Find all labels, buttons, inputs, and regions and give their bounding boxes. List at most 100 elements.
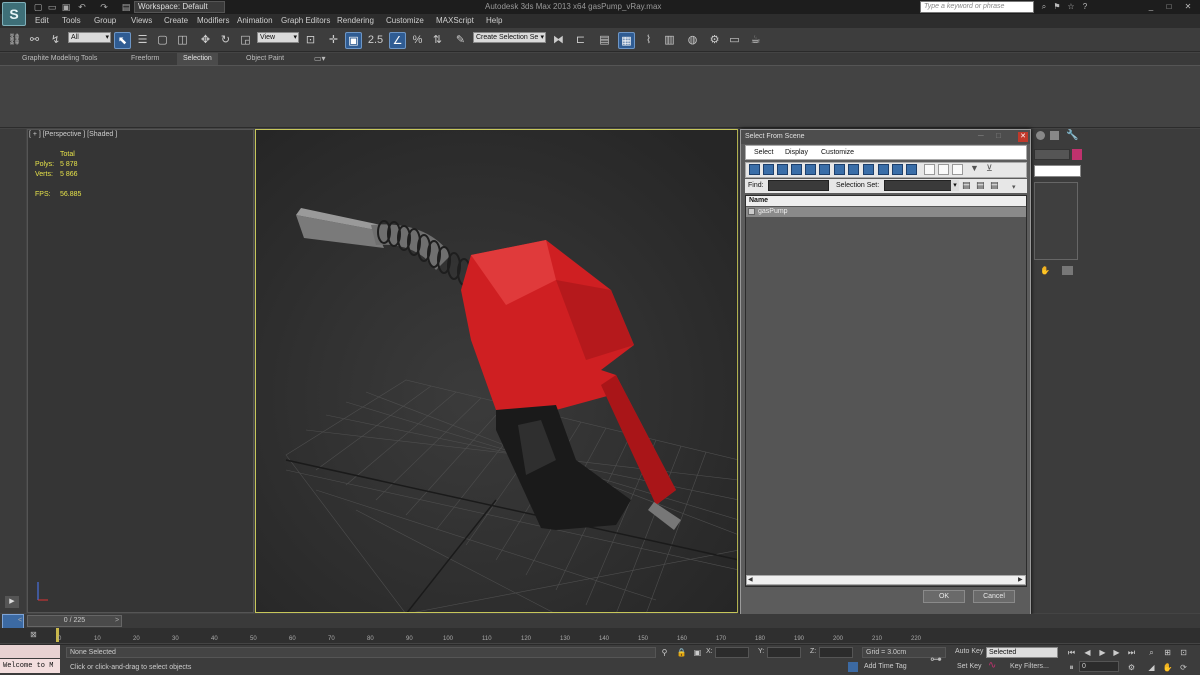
- selection-set-dropdown[interactable]: [884, 180, 958, 191]
- ok-button[interactable]: OK: [923, 590, 965, 603]
- align-icon[interactable]: ⊏: [572, 32, 589, 49]
- modifier-list-dropdown[interactable]: [1034, 165, 1081, 177]
- select-and-scale-icon[interactable]: ◲: [237, 32, 254, 49]
- new-file-icon[interactable]: ▢: [32, 2, 44, 12]
- viewport-perspective[interactable]: [255, 129, 738, 613]
- auto-key-button[interactable]: Auto Key: [955, 648, 983, 655]
- reference-coordinate-dropdown[interactable]: View: [257, 32, 299, 43]
- tab-selection[interactable]: Selection: [177, 53, 218, 65]
- menu-rendering[interactable]: Rendering: [337, 14, 374, 28]
- go-to-start-icon[interactable]: ⏮: [1066, 647, 1077, 658]
- play-side-icon[interactable]: ▶: [5, 596, 19, 608]
- filter-shapes-icon[interactable]: [763, 164, 774, 175]
- menu-animation[interactable]: Animation: [237, 14, 273, 28]
- filters-icon[interactable]: ⊠: [30, 630, 37, 639]
- utilities-tab-icon[interactable]: 🔧: [1066, 130, 1078, 141]
- filter-bones-icon[interactable]: [863, 164, 874, 175]
- gas-pump-model[interactable]: [256, 130, 738, 613]
- maximize-icon[interactable]: □: [1164, 2, 1174, 12]
- set-key-mode-icon[interactable]: ⊶: [930, 652, 942, 666]
- filter-funnel-icon[interactable]: ▼: [970, 163, 979, 173]
- viewport-label[interactable]: [ + ] [Perspective ] [Shaded ]: [29, 131, 117, 138]
- angle-snap-icon[interactable]: ∠: [389, 32, 406, 49]
- dialog-minimize-icon[interactable]: ─: [978, 131, 984, 140]
- select-and-move-icon[interactable]: ✥: [197, 32, 214, 49]
- help-search-input[interactable]: Type a keyword or phrase: [920, 1, 1034, 13]
- redo-icon[interactable]: ↷: [98, 2, 110, 12]
- workspace-dropdown[interactable]: Workspace: Default: [134, 1, 225, 13]
- binoculars-icon[interactable]: ⌕: [1039, 2, 1049, 12]
- next-frame-icon[interactable]: ▶: [1111, 647, 1122, 658]
- dialog-menu-customize[interactable]: Customize: [821, 145, 854, 160]
- orbit-icon[interactable]: ⟳: [1178, 662, 1189, 673]
- menu-maxscript[interactable]: MAXScript: [436, 14, 474, 28]
- menu-modifiers[interactable]: Modifiers: [197, 14, 229, 28]
- rectangular-selection-icon[interactable]: ▢: [154, 32, 171, 49]
- menu-edit[interactable]: Edit: [35, 14, 49, 28]
- edit-named-selection-icon[interactable]: ✎: [452, 32, 469, 49]
- horizontal-scrollbar[interactable]: [746, 575, 1026, 585]
- mirror-icon[interactable]: ⧓: [550, 32, 567, 49]
- pin-stack-icon[interactable]: ✋: [1040, 266, 1050, 275]
- ribbon-options-icon[interactable]: ▭▾: [314, 54, 326, 63]
- previous-frame-icon[interactable]: ◀: [1082, 647, 1093, 658]
- filter-spacewarps-icon[interactable]: [819, 164, 830, 175]
- key-curve-icon[interactable]: ∿: [988, 660, 996, 671]
- save-file-icon[interactable]: ▣: [60, 2, 72, 12]
- dialog-maximize-icon[interactable]: □: [996, 131, 1001, 140]
- select-invert-icon[interactable]: [952, 164, 963, 175]
- maxscript-listener-top[interactable]: [0, 645, 60, 658]
- unlink-icon[interactable]: ⚯: [26, 32, 43, 49]
- y-coordinate-field[interactable]: [767, 647, 801, 658]
- time-tag-icon[interactable]: [848, 662, 858, 672]
- filter-hidden-icon[interactable]: [906, 164, 917, 175]
- filter-options-icon[interactable]: ⊻: [986, 163, 993, 174]
- column-header-name[interactable]: Name: [746, 196, 1026, 206]
- selection-lock-icon[interactable]: 🔒: [676, 647, 687, 658]
- window-crossing-icon[interactable]: ◫: [174, 32, 191, 49]
- material-editor-icon[interactable]: ◍: [684, 32, 701, 49]
- set-key-button[interactable]: Set Key: [957, 663, 982, 670]
- curve-editor-icon[interactable]: ⌇: [640, 32, 657, 49]
- minimize-icon[interactable]: _: [1146, 2, 1156, 12]
- zoom-all-icon[interactable]: ⊞: [1162, 647, 1173, 658]
- rendered-frame-window-icon[interactable]: ▭: [726, 32, 743, 49]
- close-window-icon[interactable]: ✕: [1183, 2, 1193, 12]
- find-options-icon[interactable]: ▾: [1012, 183, 1016, 191]
- dialog-menu-select[interactable]: Select: [754, 145, 773, 160]
- graphite-ribbon-toggle-icon[interactable]: ▦: [618, 32, 635, 49]
- filter-groups-icon[interactable]: [834, 164, 845, 175]
- modifier-stack[interactable]: [1034, 182, 1078, 260]
- menu-tools[interactable]: Tools: [62, 14, 81, 28]
- dialog-menu-display[interactable]: Display: [785, 145, 808, 160]
- current-frame-field[interactable]: 0: [1079, 661, 1119, 672]
- key-mode-dropdown[interactable]: Selected: [986, 647, 1058, 658]
- filter-xrefs-icon[interactable]: [848, 164, 859, 175]
- zoom-icon[interactable]: ⌕: [1146, 647, 1157, 658]
- scroll-left-icon[interactable]: ◀: [748, 576, 753, 583]
- time-slider[interactable]: 0 / 225: [27, 615, 122, 627]
- x-coordinate-field[interactable]: [715, 647, 749, 658]
- project-folder-icon[interactable]: ▤: [120, 2, 132, 12]
- time-configuration-icon[interactable]: ⚙: [1126, 662, 1137, 673]
- select-object-icon[interactable]: ⬉: [114, 32, 131, 49]
- subscription-icon[interactable]: ⚑: [1052, 2, 1062, 12]
- undo-icon[interactable]: ↶: [76, 2, 88, 12]
- time-slider-left-icon[interactable]: <: [18, 617, 22, 624]
- select-by-name-icon[interactable]: ☰: [134, 32, 151, 49]
- bind-to-space-warp-icon[interactable]: ↯: [47, 32, 64, 49]
- percent-snap-icon[interactable]: %: [409, 32, 426, 49]
- scene-object-list[interactable]: [745, 195, 1027, 587]
- select-all-icon[interactable]: [924, 164, 935, 175]
- create-set-icon[interactable]: ▤: [962, 180, 972, 191]
- remove-set-icon[interactable]: ▤: [976, 180, 986, 191]
- select-and-rotate-icon[interactable]: ↻: [217, 32, 234, 49]
- play-icon[interactable]: ▶: [1097, 647, 1108, 658]
- list-item[interactable]: gasPump: [746, 207, 1026, 217]
- filter-frozen-icon[interactable]: [892, 164, 903, 175]
- application-menu-button[interactable]: S: [2, 2, 26, 26]
- configure-modifiers-icon[interactable]: [1062, 266, 1073, 275]
- schematic-view-icon[interactable]: ▥: [661, 32, 678, 49]
- selection-filter-dropdown[interactable]: All: [68, 32, 111, 43]
- go-to-end-icon[interactable]: ⏭: [1126, 647, 1137, 658]
